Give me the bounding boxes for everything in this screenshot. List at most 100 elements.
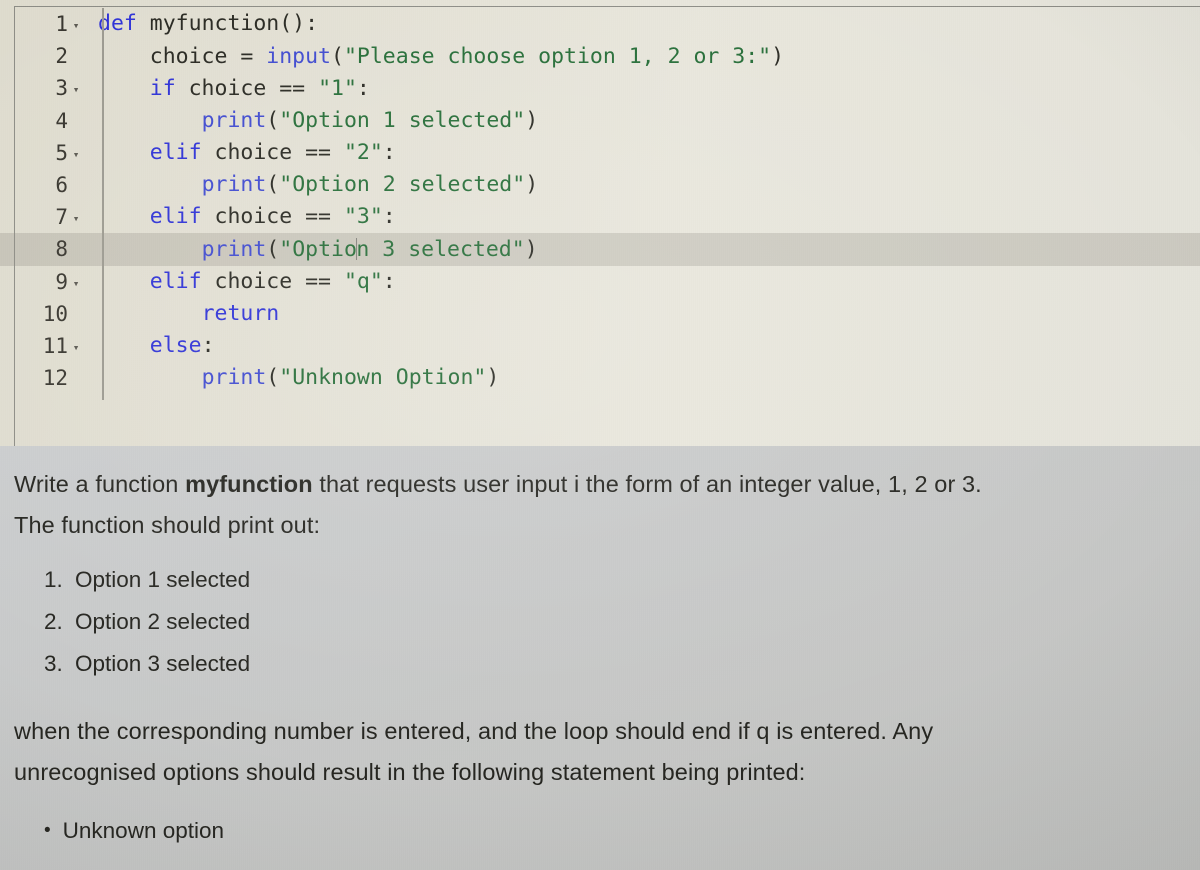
code-line[interactable]: 6▾ print("Option 2 selected") [0, 169, 1200, 201]
code-token-kw: else [149, 333, 202, 359]
line-number: 10 [42, 301, 68, 326]
line-number: 6 [55, 173, 68, 198]
code-line-text[interactable]: print("Option 2 selected") [84, 172, 539, 198]
question-text-body: Write a function myfunction that request… [0, 446, 1200, 870]
line-number: 9 [55, 269, 68, 294]
code-line[interactable]: 9 ▾ elif choice == "q": [0, 266, 1200, 298]
list-item-label: Option 3 selected [75, 651, 251, 676]
line-number: 8 [55, 237, 68, 262]
code-token-pl: ) [524, 237, 538, 263]
code-token-pl: : [382, 204, 396, 230]
code-line[interactable]: 8▾ print("Option 3 selected") [0, 233, 1200, 266]
code-token-pl: choice == [201, 204, 344, 230]
function-name-bold: myfunction [185, 471, 313, 497]
code-line-text[interactable]: return [84, 301, 280, 327]
code-line[interactable]: 3 ▾ if choice == "1": [0, 72, 1200, 104]
code-token-fn: input [266, 43, 332, 69]
closing-paragraph: when the corresponding number is entered… [14, 711, 1184, 793]
code-token-pl: choice == [201, 268, 344, 294]
bullet-icon: • [44, 820, 51, 841]
gutter-separator-line [102, 8, 104, 400]
line-number: 7 [55, 205, 68, 230]
code-token-pl: choice = [98, 43, 267, 69]
code-line-text[interactable]: elif choice == "3": [84, 206, 396, 228]
code-token-str: n 3 selected" [356, 237, 525, 263]
line-number-gutter: 3 ▾ [0, 76, 84, 100]
code-line-text[interactable]: print("Option 3 selected") [84, 238, 538, 261]
line-number-gutter: 9 ▾ [0, 270, 84, 294]
fold-triangle-icon[interactable]: ▾ [68, 83, 84, 96]
code-line[interactable]: 10▾ return [0, 298, 1200, 330]
line-number: 1 [55, 12, 68, 37]
list-item: 2. Option 2 selected [44, 601, 644, 643]
code-token-kw: elif [149, 140, 202, 166]
line-number: 12 [42, 366, 68, 391]
code-token-pl: ( [266, 365, 280, 391]
code-line-text[interactable]: elif choice == "q": [84, 271, 396, 293]
line-number: 3 [55, 76, 68, 101]
code-token-str: "1" [318, 75, 357, 101]
code-token-fn: print [201, 365, 267, 391]
fold-triangle-icon[interactable]: ▾ [68, 341, 84, 354]
code-line[interactable]: 12▾ print("Unknown Option") [0, 362, 1200, 394]
code-token-str: "q" [343, 268, 383, 294]
list-item: 3. Option 3 selected [44, 643, 644, 685]
ordered-list: 1. Option 1 selected 2. Option 2 selected 3.… [44, 559, 644, 685]
code-line-text[interactable]: if choice == "1": [84, 75, 370, 101]
code-line-text[interactable]: print("Option 1 selected") [84, 107, 539, 133]
intro-after-bold: that requests user input i the form of a… [312, 471, 982, 497]
fold-triangle-icon[interactable]: ▾ [68, 277, 84, 290]
code-editor[interactable]: 1▾def myfunction():2▾ choice = input("Pl… [0, 0, 1200, 446]
code-token-fn: print [201, 107, 267, 133]
code-line-text[interactable]: else: [84, 335, 215, 357]
bullet-list: • Unknown option [44, 814, 644, 848]
fold-triangle-icon[interactable]: ▾ [68, 212, 84, 225]
code-line[interactable]: 7 ▾ elif choice == "3": [0, 201, 1200, 233]
code-token-str: "Option 1 selected" [279, 107, 526, 133]
code-lines-container[interactable]: 1▾def myfunction():2▾ choice = input("Pl… [0, 8, 1200, 394]
code-token-pl: : [201, 333, 215, 359]
intro-line-2: The function should print out: [14, 512, 321, 538]
code-token-str: "Option 2 selected" [279, 172, 526, 198]
code-token-kw: def [98, 11, 137, 37]
code-token-pl: ( [266, 172, 280, 198]
code-line-text[interactable]: print("Unknown Option") [84, 365, 500, 391]
line-number-gutter: 1 ▾ [0, 12, 84, 36]
code-token-kw: elif [149, 204, 202, 230]
code-token-fn: print [201, 237, 267, 263]
code-line[interactable]: 1 ▾ def myfunction(): [0, 8, 1200, 40]
code-line[interactable]: 11 ▾ else: [0, 330, 1200, 362]
code-token-kw: return [201, 301, 280, 327]
list-item-marker: 2. [44, 609, 63, 634]
code-token-pl: choice == [175, 75, 319, 101]
line-number: 11 [42, 333, 68, 358]
code-line[interactable]: 4▾ print("Option 1 selected") [0, 105, 1200, 137]
line-number-gutter: 11 ▾ [0, 334, 84, 358]
list-item: 1. Option 1 selected [44, 559, 644, 601]
code-line-text[interactable]: def myfunction(): [84, 13, 318, 35]
code-line-text[interactable]: elif choice == "2": [84, 142, 396, 164]
code-token-str: "3" [343, 204, 383, 230]
line-number: 2 [55, 44, 68, 69]
fold-triangle-icon[interactable]: ▾ [68, 19, 84, 32]
line-number-gutter: 5 ▾ [0, 141, 84, 165]
fold-triangle-icon[interactable]: ▾ [68, 148, 84, 161]
code-line[interactable]: 2▾ choice = input("Please choose option … [0, 40, 1200, 72]
code-line[interactable]: 5 ▾ elif choice == "2": [0, 137, 1200, 169]
line-number-gutter: 8▾ [0, 237, 84, 261]
closing-line-1: when the corresponding number is entered… [14, 718, 934, 744]
code-token-kw: elif [149, 268, 202, 294]
code-token-fn: print [201, 172, 267, 198]
line-number-gutter: 2▾ [0, 44, 84, 68]
code-token-pl: : [382, 268, 396, 294]
code-line-text[interactable]: choice = input("Please choose option 1, … [84, 43, 784, 69]
code-token-str: "Optio [279, 237, 357, 263]
